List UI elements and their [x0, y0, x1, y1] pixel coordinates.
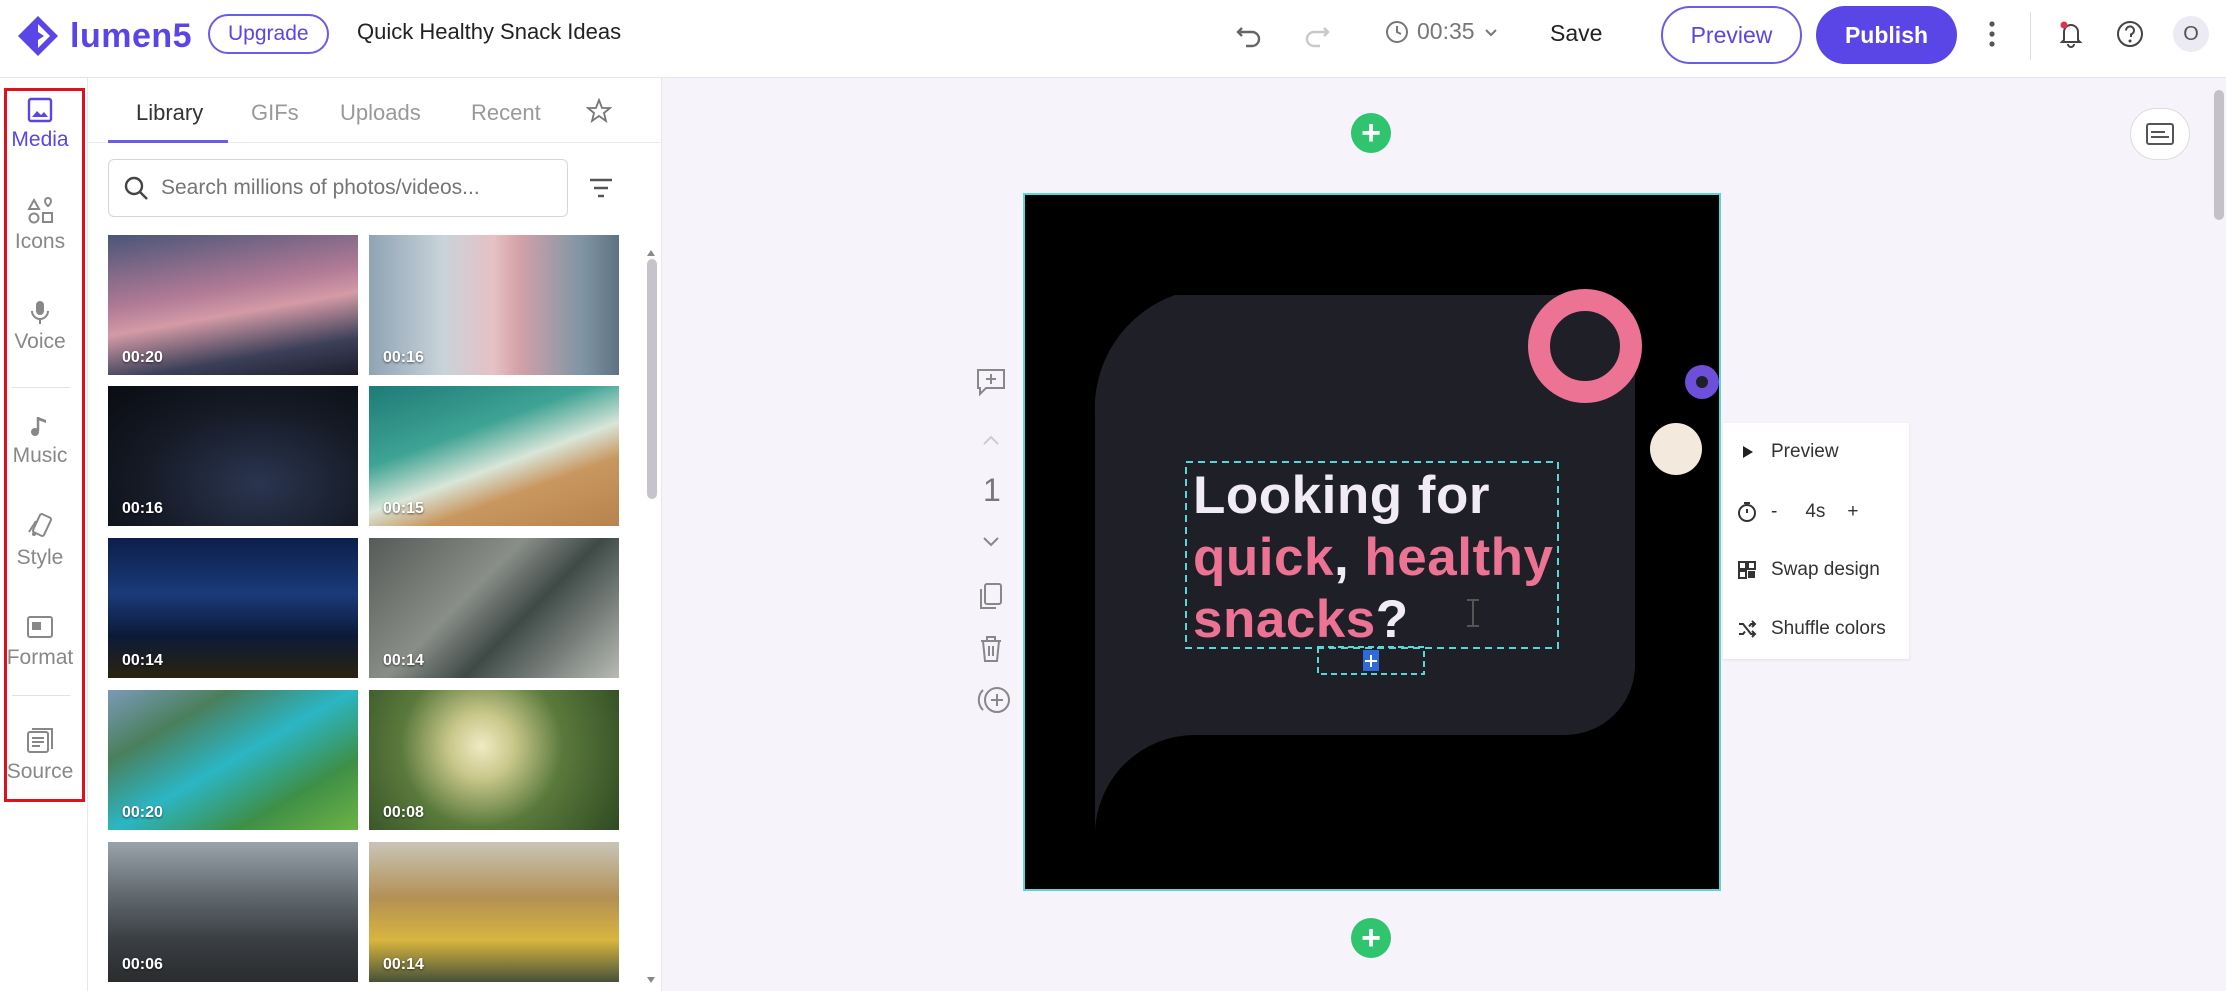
- media-thumbnail[interactable]: 00:08: [369, 690, 619, 830]
- active-tab-indicator: [108, 140, 228, 143]
- avatar[interactable]: O: [2173, 16, 2209, 52]
- duration-decrease-button[interactable]: -: [1771, 501, 1777, 523]
- add-scene-icon[interactable]: [975, 684, 1015, 716]
- filter-icon[interactable]: [588, 176, 614, 200]
- add-comment-icon[interactable]: [975, 367, 1007, 397]
- media-thumbnail[interactable]: 00:14: [108, 538, 358, 678]
- redo-icon[interactable]: [1302, 18, 1332, 48]
- media-thumbnail[interactable]: 00:14: [369, 842, 619, 982]
- duration-value: 00:35: [1417, 18, 1475, 44]
- headline-part: ?: [1375, 590, 1409, 649]
- media-thumbnail[interactable]: 00:06: [108, 842, 358, 982]
- move-up-icon[interactable]: [975, 430, 1007, 450]
- headline-part: healthy: [1364, 528, 1554, 587]
- scene-options-menu: Preview - 4s + Swap design Shuffle color…: [1723, 423, 1909, 659]
- help-icon[interactable]: [2114, 18, 2146, 50]
- shuffle-colors-button[interactable]: Shuffle colors: [1737, 618, 1886, 640]
- canvas-scrollbar-thumb[interactable]: [2214, 90, 2224, 220]
- media-thumbnail[interactable]: 00:14: [369, 538, 619, 678]
- tab-library[interactable]: Library: [136, 100, 203, 126]
- media-thumbnail[interactable]: 00:16: [369, 235, 619, 375]
- media-panel: Library GIFs Uploads Recent 00:20 00:16 …: [88, 78, 662, 991]
- toolbar-divider: [2030, 12, 2031, 60]
- thumbnail-duration: 00:08: [383, 804, 424, 821]
- thumbnail-duration: 00:20: [122, 804, 163, 821]
- scene-preview-button[interactable]: Preview: [1737, 441, 1839, 463]
- upgrade-button[interactable]: Upgrade: [208, 14, 329, 54]
- media-thumbnail[interactable]: 00:20: [108, 690, 358, 830]
- play-icon: [1743, 446, 1753, 458]
- duration-dropdown[interactable]: 00:35: [1385, 18, 1499, 45]
- captions-icon: [2146, 123, 2174, 145]
- media-search-box[interactable]: [108, 159, 568, 217]
- panel-scrollbar-thumb[interactable]: [647, 259, 657, 499]
- sidebar-highlight-frame: [4, 88, 85, 802]
- scene-duration-control: - 4s +: [1737, 501, 1859, 523]
- headline-part: snacks: [1193, 590, 1376, 649]
- save-button[interactable]: Save: [1550, 20, 1602, 47]
- duration-increase-button[interactable]: +: [1847, 501, 1858, 523]
- scene-number: 1: [983, 472, 1001, 508]
- swap-design-button[interactable]: Swap design: [1737, 559, 1880, 581]
- thumbnail-duration: 00:16: [122, 500, 163, 517]
- thumbnail-duration: 00:06: [122, 956, 163, 973]
- add-scene-above-button[interactable]: +: [1351, 113, 1391, 153]
- logo[interactable]: lumen5: [16, 14, 192, 58]
- media-search-input[interactable]: [161, 176, 541, 200]
- thumbnail-duration: 00:14: [383, 956, 424, 973]
- scene-headline[interactable]: Looking for quick, healthy snacks?: [1193, 465, 1555, 651]
- publish-button[interactable]: Publish: [1816, 6, 1957, 64]
- media-thumbnail[interactable]: 00:16: [108, 386, 358, 526]
- search-icon: [124, 176, 148, 200]
- thumbnail-duration: 00:14: [122, 652, 163, 669]
- trash-icon[interactable]: [975, 633, 1007, 665]
- menu-label: Shuffle colors: [1771, 618, 1886, 639]
- tab-uploads[interactable]: Uploads: [340, 100, 421, 126]
- shuffle-icon: [1739, 620, 1757, 638]
- captions-button[interactable]: [2130, 108, 2190, 160]
- headline-part: ,: [1333, 528, 1365, 587]
- timer-icon: [1738, 502, 1756, 522]
- chevron-down-icon: [1484, 28, 1497, 36]
- move-down-icon[interactable]: [975, 532, 1007, 552]
- media-thumbnail[interactable]: 00:15: [369, 386, 619, 526]
- headline-part: quick: [1193, 528, 1334, 587]
- lumen5-logo-icon: [18, 16, 58, 56]
- media-thumbnail[interactable]: 00:20: [108, 235, 358, 375]
- headline-part: Looking for: [1193, 466, 1490, 525]
- project-title[interactable]: Quick Healthy Snack Ideas: [357, 19, 621, 45]
- thumbnail-duration: 00:14: [383, 652, 424, 669]
- thumbnail-duration: 00:15: [383, 500, 424, 517]
- swap-design-icon: [1738, 561, 1756, 579]
- notification-bell-icon[interactable]: [2055, 18, 2087, 50]
- menu-label: Preview: [1771, 441, 1839, 462]
- menu-label: Swap design: [1771, 559, 1880, 580]
- top-bar: lumen5 Upgrade Quick Healthy Snack Ideas…: [0, 0, 2226, 78]
- more-options-icon[interactable]: [1985, 18, 1999, 50]
- duplicate-icon[interactable]: [975, 580, 1007, 612]
- scene-duration-value: 4s: [1805, 501, 1826, 522]
- preview-button[interactable]: Preview: [1661, 6, 1802, 64]
- tab-gifs[interactable]: GIFs: [251, 100, 299, 126]
- clock-icon: [1386, 20, 1408, 43]
- text-cursor-icon: [1467, 599, 1479, 627]
- tab-recent[interactable]: Recent: [471, 100, 541, 126]
- logo-text: lumen5: [70, 16, 193, 55]
- thumbnail-duration: 00:20: [122, 349, 163, 366]
- add-scene-below-button[interactable]: +: [1351, 918, 1391, 958]
- undo-icon[interactable]: [1234, 18, 1264, 48]
- favorites-star-icon[interactable]: [586, 98, 612, 124]
- thumbnail-duration: 00:16: [383, 349, 424, 366]
